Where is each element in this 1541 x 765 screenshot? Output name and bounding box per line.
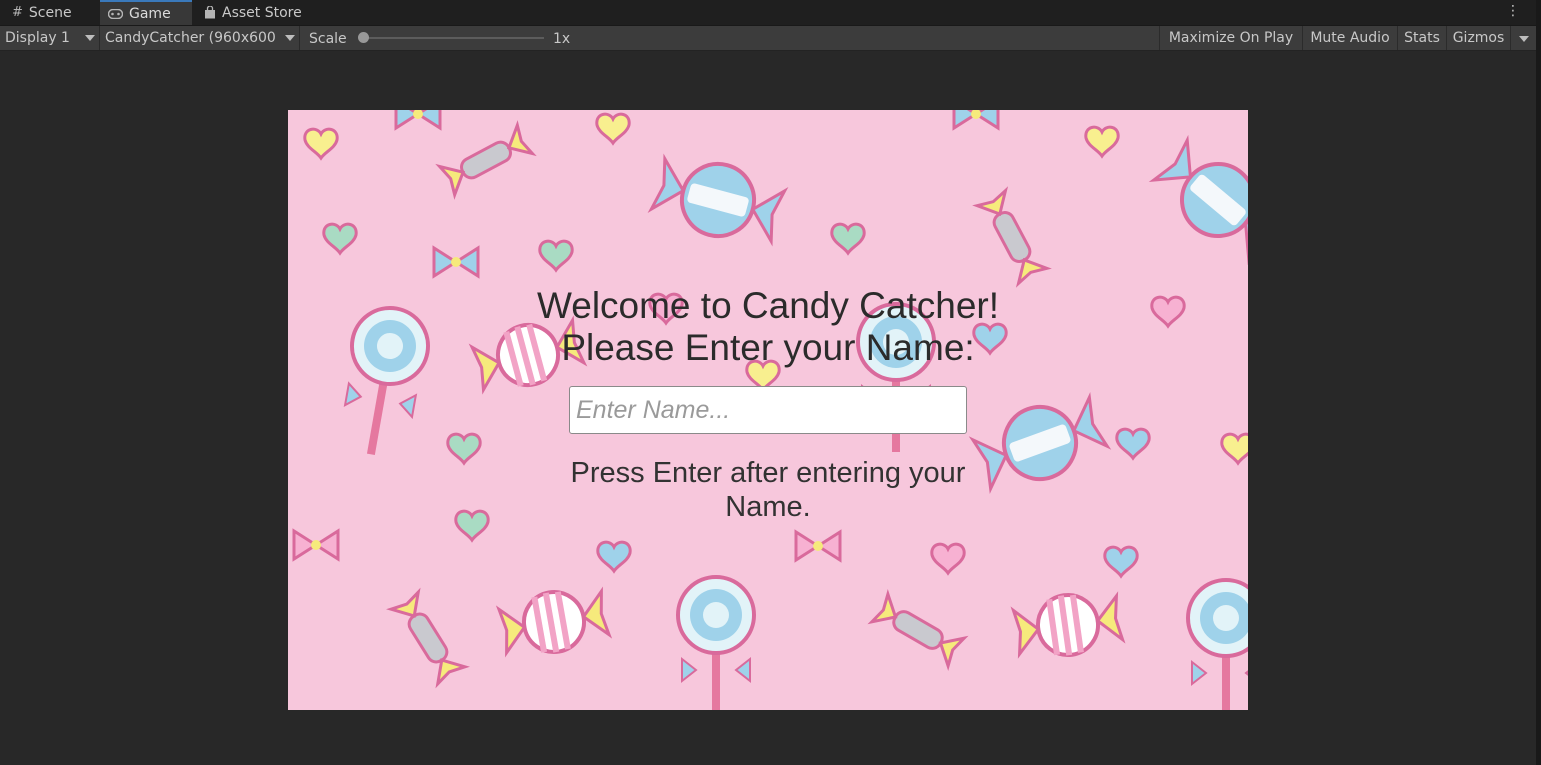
bag-icon [204, 6, 216, 19]
scale-slider-handle[interactable] [358, 32, 369, 43]
resolution-dropdown-label: CandyCatcher (960x600 [105, 30, 276, 46]
more-options-icon[interactable]: ⋮ [1506, 3, 1520, 19]
name-input[interactable] [569, 386, 967, 434]
chevron-down-icon [1518, 36, 1529, 42]
scale-label: Scale [309, 27, 347, 51]
divider [299, 26, 300, 50]
window-edge [1536, 0, 1541, 765]
gizmos-toggle[interactable]: Gizmos [1446, 26, 1510, 50]
tab-game[interactable]: Game [100, 0, 192, 25]
resolution-dropdown[interactable]: CandyCatcher (960x600 [105, 26, 276, 50]
enter-hint-text: Press Enter after entering your Name. [570, 457, 966, 523]
stats-toggle[interactable]: Stats [1397, 26, 1446, 50]
tab-game-label: Game [129, 5, 171, 22]
editor-tab-bar: # Scene Game Asset Store ⋮ [0, 0, 1536, 26]
game-view[interactable]: Welcome to Candy Catcher! Please Enter y… [288, 110, 1248, 710]
scale-slider-track[interactable] [364, 37, 544, 39]
chevron-down-icon [285, 35, 295, 41]
tab-asset-store-label: Asset Store [222, 4, 302, 21]
tab-scene-label: Scene [28, 4, 72, 21]
mute-audio-toggle[interactable]: Mute Audio [1302, 26, 1397, 50]
gizmos-label: Gizmos [1452, 30, 1505, 46]
gamepad-icon [108, 8, 123, 19]
grid-icon: # [12, 5, 23, 20]
gizmos-menu-button[interactable] [1510, 26, 1536, 50]
display-dropdown-label: Display 1 [5, 30, 70, 46]
scale-value: 1x [553, 27, 570, 51]
welcome-line-1: Welcome to Candy Catcher! [536, 285, 999, 326]
divider [99, 26, 100, 50]
welcome-line-2: Please Enter your Name: [561, 327, 975, 368]
tab-scene[interactable]: # Scene [4, 0, 96, 25]
display-dropdown[interactable]: Display 1 [5, 26, 70, 50]
mute-audio-label: Mute Audio [1310, 30, 1390, 46]
scale-label-text: Scale [309, 31, 347, 47]
scale-value-text: 1x [553, 31, 571, 47]
tab-asset-store[interactable]: Asset Store [196, 0, 320, 25]
welcome-heading: Welcome to Candy Catcher! Please Enter y… [468, 285, 1068, 369]
stats-label: Stats [1404, 30, 1440, 46]
maximize-on-play-label: Maximize On Play [1168, 30, 1294, 46]
chevron-down-icon [85, 35, 95, 41]
maximize-on-play-toggle[interactable]: Maximize On Play [1159, 26, 1302, 50]
game-toolbar: Display 1 CandyCatcher (960x600 Scale 1x… [0, 26, 1536, 51]
